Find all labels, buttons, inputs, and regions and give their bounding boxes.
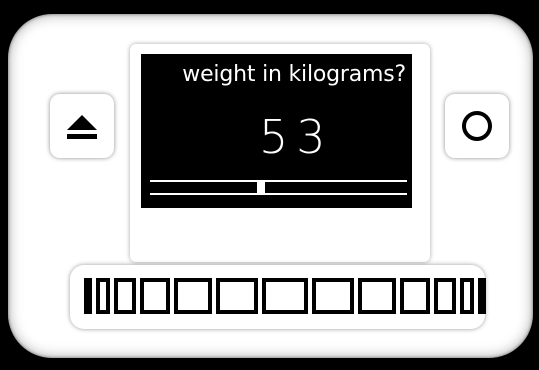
value-slider[interactable] — [150, 180, 407, 195]
keypad — [70, 265, 486, 329]
keypad-key[interactable] — [262, 278, 308, 314]
keypad-key[interactable] — [140, 278, 170, 314]
keypad-key[interactable] — [400, 278, 430, 314]
question-text: weight in kilograms? — [182, 62, 406, 87]
keypad-key[interactable] — [434, 278, 456, 314]
key-row — [84, 278, 486, 314]
value-readout: 53 — [259, 110, 334, 164]
keypad-key[interactable] — [216, 278, 258, 314]
keypad-key[interactable] — [358, 278, 396, 314]
keypad-key[interactable] — [84, 278, 92, 314]
keypad-key[interactable] — [174, 278, 212, 314]
display-screen: weight in kilograms? 53 — [141, 54, 412, 208]
slider-track-bottom — [150, 193, 407, 195]
slider-track-top — [150, 180, 407, 182]
keypad-key[interactable] — [478, 278, 486, 314]
eject-icon — [67, 115, 97, 139]
circle-button[interactable] — [445, 94, 509, 158]
slider-thumb[interactable] — [257, 180, 265, 194]
eject-button[interactable] — [50, 94, 114, 158]
keypad-key[interactable] — [96, 278, 110, 314]
keypad-key[interactable] — [460, 278, 474, 314]
circle-icon — [462, 111, 492, 141]
keypad-key[interactable] — [114, 278, 136, 314]
keypad-key[interactable] — [312, 278, 354, 314]
